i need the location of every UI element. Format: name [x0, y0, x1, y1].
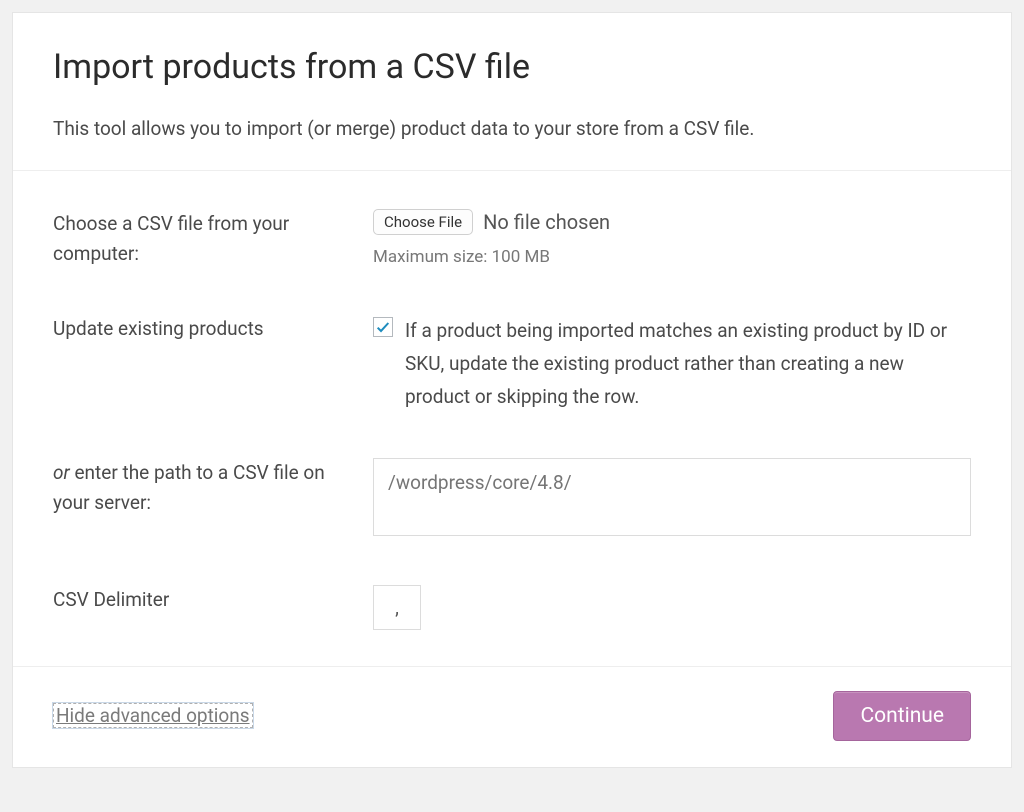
delimiter-row: CSV Delimiter: [53, 585, 971, 630]
update-existing-label: Update existing products: [53, 314, 373, 414]
delimiter-input[interactable]: [373, 585, 421, 630]
page-title: Import products from a CSV file: [53, 47, 971, 87]
choose-file-button[interactable]: Choose File: [373, 209, 473, 235]
update-existing-row: Update existing products If a product be…: [53, 314, 971, 414]
continue-button[interactable]: Continue: [833, 691, 971, 741]
server-path-row: or enter the path to a CSV file on your …: [53, 458, 971, 541]
checkmark-icon: [375, 319, 391, 335]
file-status: No file chosen: [483, 210, 610, 234]
update-existing-control: If a product being imported matches an e…: [373, 314, 971, 414]
delimiter-control: [373, 585, 971, 630]
choose-file-control: Choose File No file chosen Maximum size:…: [373, 209, 971, 270]
update-existing-description: If a product being imported matches an e…: [405, 314, 971, 414]
file-size-hint: Maximum size: 100 MB: [373, 247, 971, 267]
delimiter-label: CSV Delimiter: [53, 585, 373, 630]
form-body: Choose a CSV file from your computer: Ch…: [13, 171, 1011, 666]
import-card: Import products from a CSV file This too…: [12, 12, 1012, 768]
server-path-label-prefix: or: [53, 461, 70, 484]
choose-file-row: Choose a CSV file from your computer: Ch…: [53, 209, 971, 270]
server-path-input[interactable]: [373, 458, 971, 536]
server-path-control: [373, 458, 971, 541]
file-input-wrapper: Choose File No file chosen: [373, 209, 971, 235]
update-existing-checkbox-wrapper: If a product being imported matches an e…: [373, 314, 971, 414]
server-path-label: or enter the path to a CSV file on your …: [53, 458, 373, 541]
choose-file-label: Choose a CSV file from your computer:: [53, 209, 373, 270]
card-footer: Hide advanced options Continue: [13, 667, 1011, 767]
card-header: Import products from a CSV file This too…: [13, 13, 1011, 170]
update-existing-checkbox[interactable]: [373, 317, 393, 337]
page-description: This tool allows you to import (or merge…: [53, 117, 971, 140]
server-path-label-rest: enter the path to a CSV file on your ser…: [53, 461, 325, 514]
toggle-advanced-link[interactable]: Hide advanced options: [53, 703, 253, 728]
